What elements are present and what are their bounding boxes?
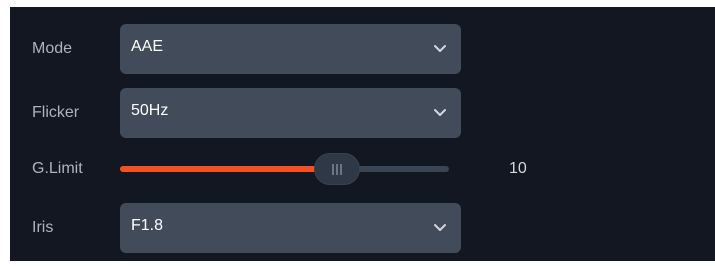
mode-label: Mode <box>32 40 73 57</box>
iris-label: Iris <box>32 219 54 236</box>
g-limit-row: G.Limit 10 <box>10 151 715 187</box>
iris-row: Iris F1.8 <box>10 203 715 253</box>
iris-value: F1.8 <box>131 217 164 234</box>
flicker-value: 50Hz <box>131 102 169 119</box>
grip-line-icon <box>332 164 334 175</box>
mode-row: Mode AAE <box>10 24 715 74</box>
iris-select[interactable]: F1.8 <box>120 203 461 253</box>
flicker-select[interactable]: 50Hz <box>120 88 461 138</box>
g-limit-slider[interactable] <box>120 153 449 185</box>
settings-panel: Mode AAE Flicker 50Hz G.Limit 10 Iris F1… <box>10 7 715 261</box>
mode-select[interactable]: AAE <box>120 24 461 74</box>
g-limit-value: 10 <box>509 160 527 177</box>
chevron-down-icon <box>434 45 446 52</box>
chevron-down-icon <box>434 109 446 116</box>
mode-value: AAE <box>131 38 164 55</box>
grip-line-icon <box>340 164 342 175</box>
grip-line-icon <box>336 164 338 175</box>
chevron-down-icon <box>434 224 446 231</box>
g-limit-label: G.Limit <box>32 160 83 177</box>
flicker-row: Flicker 50Hz <box>10 88 715 138</box>
g-limit-slider-fill <box>120 166 337 172</box>
flicker-label: Flicker <box>32 104 80 121</box>
g-limit-slider-thumb[interactable] <box>314 153 360 185</box>
